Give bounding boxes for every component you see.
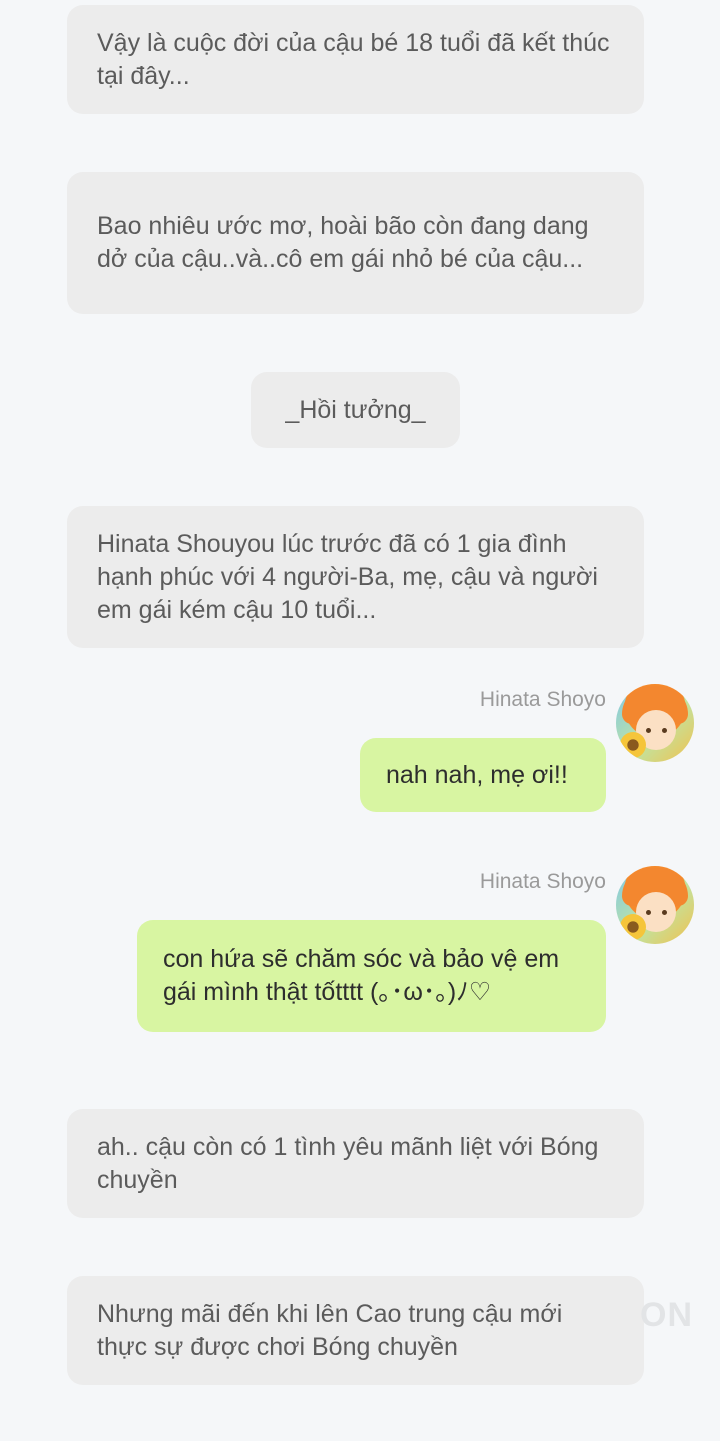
- avatar-eye: [662, 728, 667, 733]
- avatar-eye: [646, 910, 651, 915]
- own-message-text: con hứa sẽ chăm sóc và bảo vệ em gái mìn…: [163, 945, 560, 1006]
- narration-text: Vậy là cuộc đời của cậu bé 18 tuổi đã kế…: [97, 28, 610, 90]
- narration-bubble: Nhưng mãi đến khi lên Cao trung cậu mới …: [67, 1276, 644, 1385]
- narration-bubble: ah.. cậu còn có 1 tình yêu mãnh liệt với…: [67, 1109, 644, 1218]
- avatar[interactable]: [616, 684, 694, 762]
- narration-bubble: Vậy là cuộc đời của cậu bé 18 tuổi đã kế…: [67, 5, 644, 114]
- watermark: ON: [640, 1296, 693, 1334]
- own-message-bubble[interactable]: con hứa sẽ chăm sóc và bảo vệ em gái mìn…: [137, 920, 606, 1032]
- sender-name: Hinata Shoyo: [479, 688, 606, 711]
- narration-text: ah.. cậu còn có 1 tình yêu mãnh liệt với…: [97, 1132, 599, 1194]
- flashback-divider: _Hồi tưởng_: [251, 372, 460, 448]
- avatar-eye: [662, 910, 667, 915]
- narration-text: Nhưng mãi đến khi lên Cao trung cậu mới …: [97, 1299, 563, 1361]
- narration-bubble: Hinata Shouyou lúc trước đã có 1 gia đìn…: [67, 506, 644, 648]
- own-message-text: nah nah, mẹ ơi!!: [386, 760, 568, 789]
- avatar[interactable]: [616, 866, 694, 944]
- sender-name: Hinata Shoyo: [479, 870, 606, 893]
- narration-text: Bao nhiêu ước mơ, hoài bão còn đang dang…: [97, 212, 589, 273]
- sunflower-icon: [620, 914, 646, 940]
- flashback-text: _Hồi tưởng_: [285, 395, 426, 424]
- sunflower-icon: [620, 732, 646, 758]
- narration-bubble: Bao nhiêu ước mơ, hoài bão còn đang dang…: [67, 172, 644, 314]
- own-message-bubble[interactable]: nah nah, mẹ ơi!!: [360, 738, 606, 812]
- narration-text: Hinata Shouyou lúc trước đã có 1 gia đìn…: [97, 529, 598, 624]
- avatar-eye: [646, 728, 651, 733]
